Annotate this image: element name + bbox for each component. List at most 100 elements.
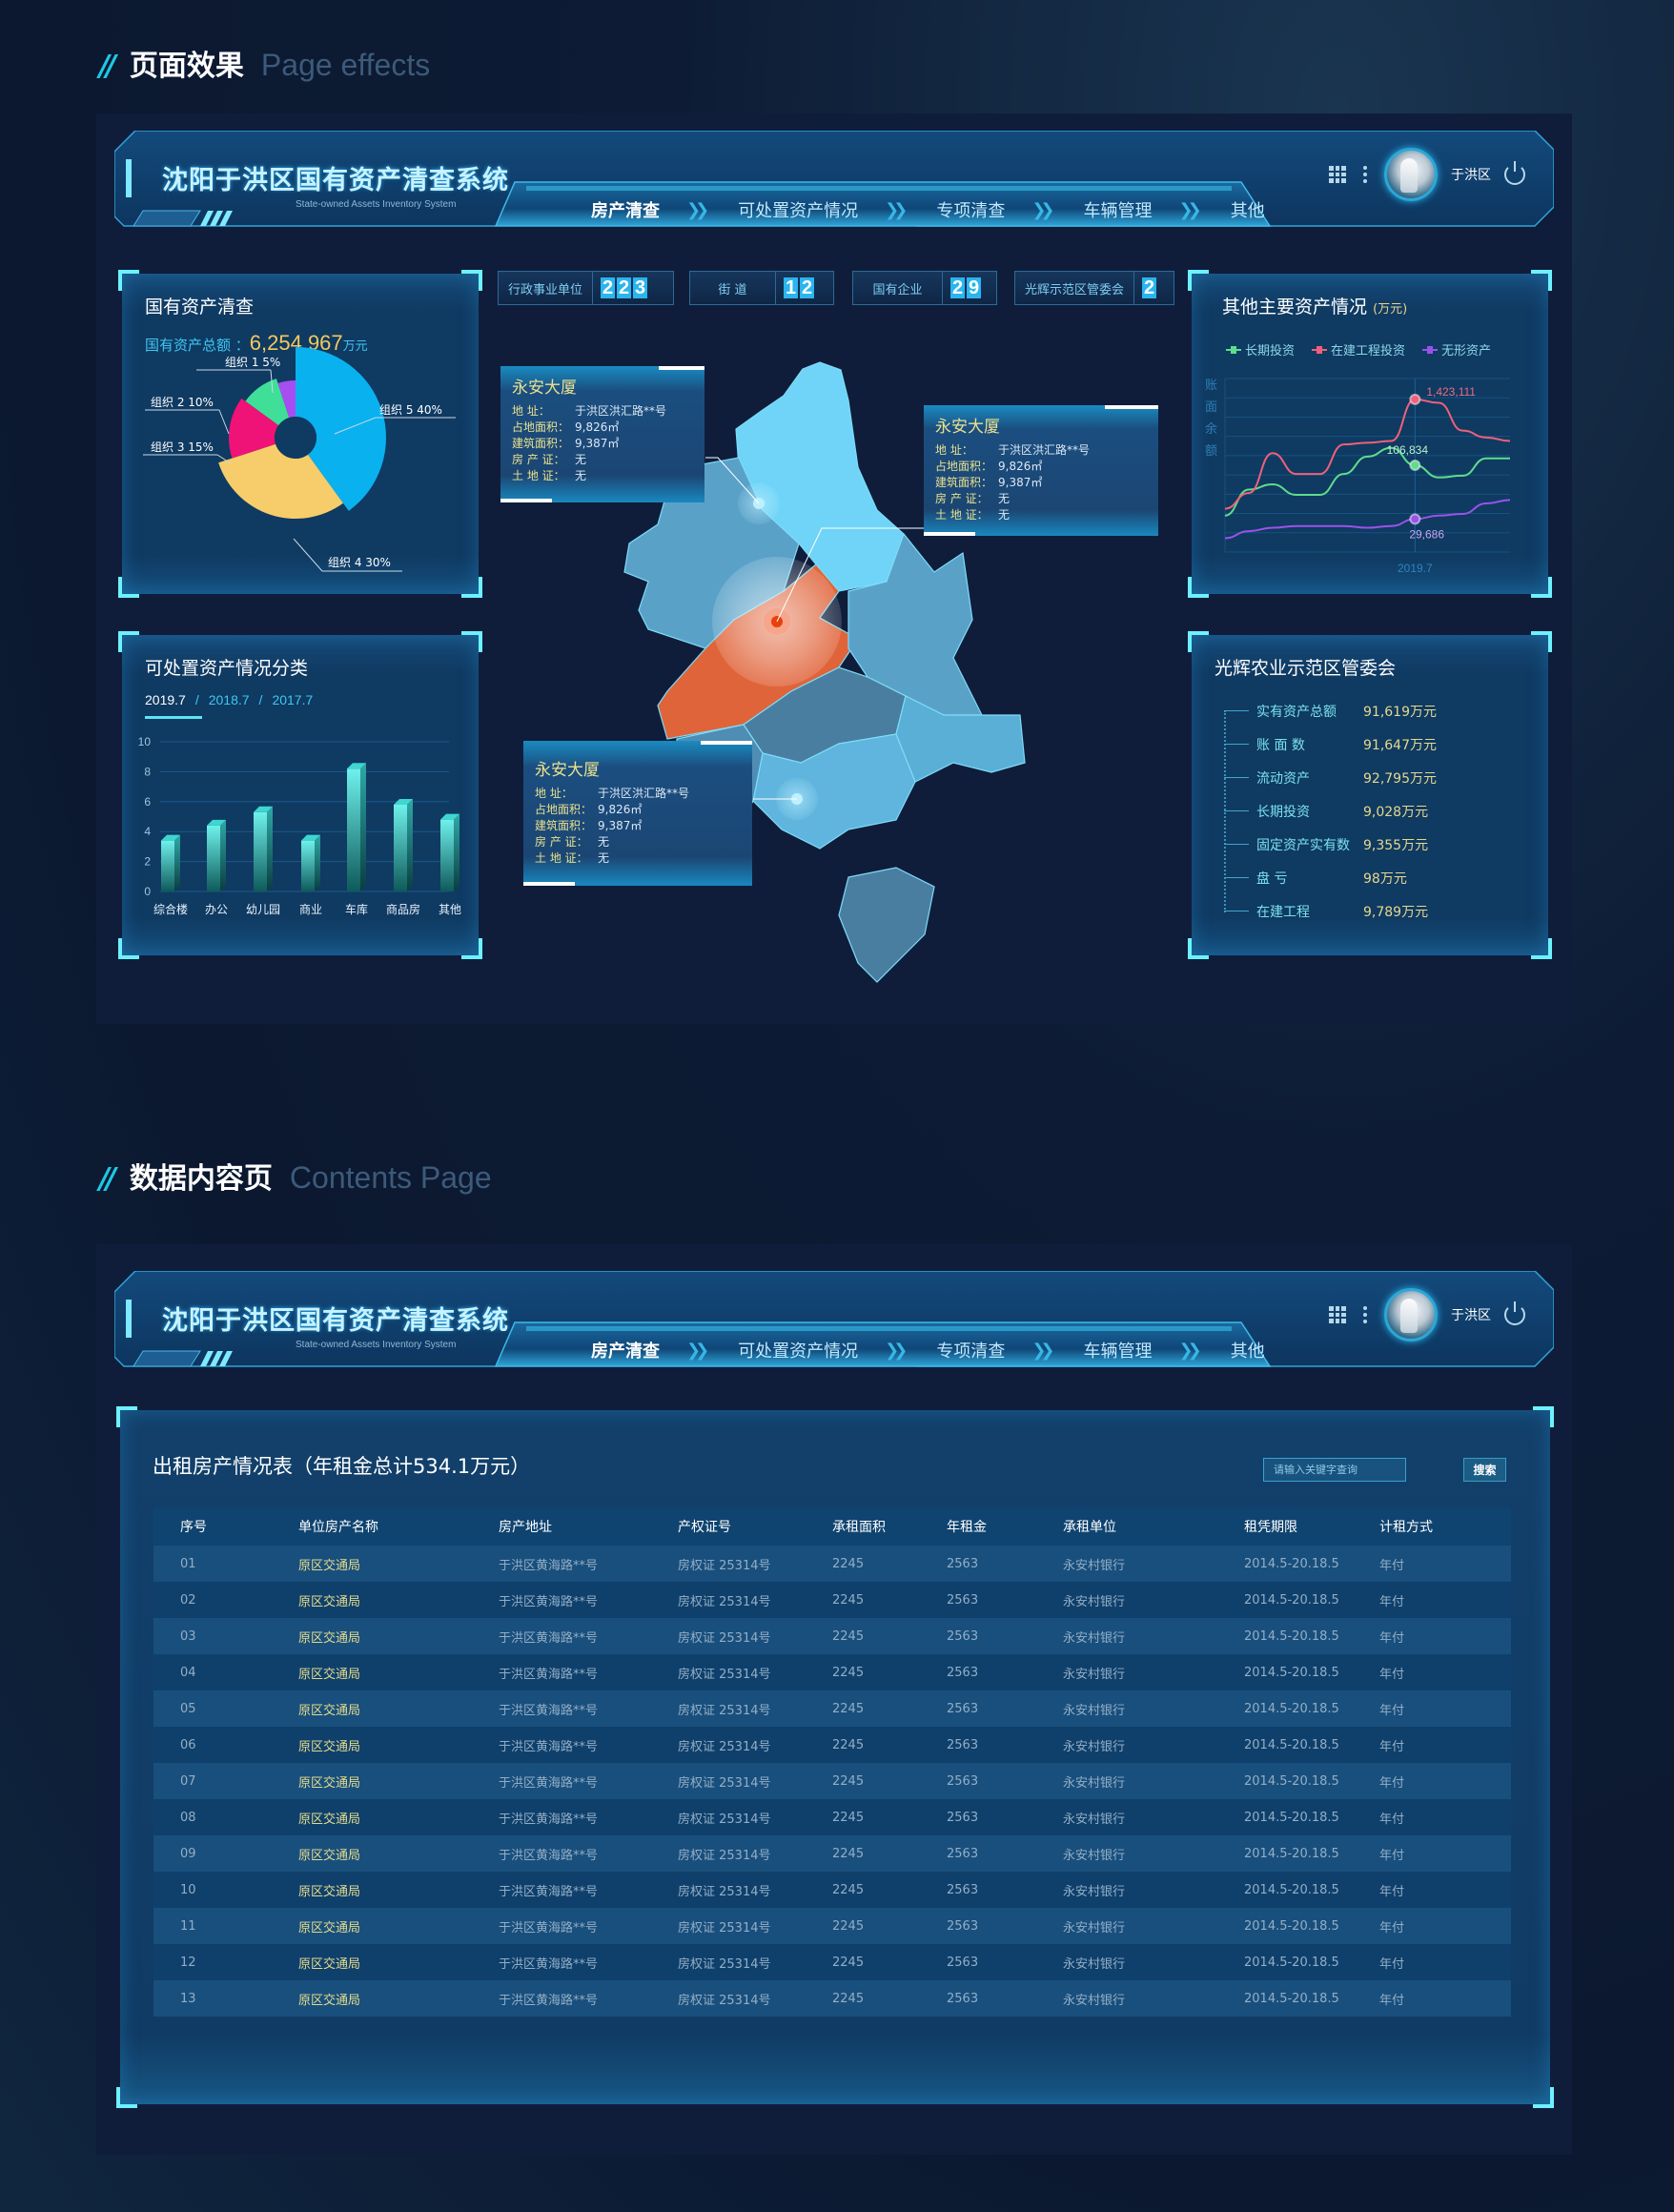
app-title: 沈阳于洪区国有资产清查系统: [162, 166, 509, 195]
tooltip-accent-bar: [1105, 405, 1158, 409]
stat-streets: 街 道 1 2: [689, 271, 834, 305]
nav-item-housing[interactable]: 房产清查: [583, 1338, 667, 1362]
cell-address: 于洪区黄海路**号: [499, 1884, 599, 1899]
table-row[interactable]: 10 原区交通局 于洪区黄海路**号 房权证 25314号 2245 2563 永安村银行 2…: [153, 1872, 1511, 1908]
highlight-point[interactable]: [1409, 460, 1421, 471]
nav-item-other[interactable]: 其他: [1223, 197, 1273, 222]
x-tick-label: 商业: [299, 902, 322, 916]
cell-certificate: 房权证 25314号: [678, 1703, 771, 1718]
cell-lease-term: 2014.5-20.18.5: [1244, 1991, 1339, 2006]
pie-label-line: [293, 538, 323, 572]
bar[interactable]: [301, 840, 315, 891]
main-nav: 房产清查 ❯❯ 可处置资产情况 ❯❯ 专项清查 ❯❯ 车辆管理 ❯❯ 其他: [583, 194, 1273, 226]
cell-certificate: 房权证 25314号: [678, 1993, 771, 2008]
avatar[interactable]: [1384, 148, 1438, 201]
cell-annual-rent: 2563: [947, 1701, 979, 1716]
stat-state-enterprises: 国有企业 2 9: [852, 271, 997, 305]
line-series[interactable]: [1224, 446, 1510, 517]
cell-address: 于洪区黄海路**号: [499, 1667, 599, 1682]
cell-area: 2245: [832, 1810, 865, 1825]
table-row[interactable]: 05 原区交通局 于洪区黄海路**号 房权证 25314号 2245 2563 永安村银行 2…: [153, 1690, 1511, 1727]
apps-grid-icon[interactable]: [1329, 1306, 1346, 1323]
nav-item-other[interactable]: 其他: [1223, 1338, 1273, 1362]
apps-grid-icon[interactable]: [1329, 166, 1346, 183]
table-row[interactable]: 06 原区交通局 于洪区黄海路**号 房权证 25314号 2245 2563 永安村银行 2…: [153, 1727, 1511, 1763]
table-row[interactable]: 13 原区交通局 于洪区黄海路**号 房权证 25314号 2245 2563 永安村银行 2…: [153, 1980, 1511, 2017]
nav-item-special[interactable]: 专项清查: [929, 197, 1012, 222]
highlight-point[interactable]: [1409, 393, 1421, 405]
cell-payment-method: 年付: [1379, 1739, 1405, 1754]
bar[interactable]: [440, 819, 454, 891]
search-input[interactable]: [1263, 1458, 1406, 1482]
x-tick-label: 车库: [345, 902, 368, 916]
data-label: 29,686: [1409, 527, 1444, 541]
search-button[interactable]: 搜索: [1463, 1458, 1506, 1482]
stat-label: 光辉示范区管委会: [1015, 272, 1135, 304]
nav-item-special[interactable]: 专项清查: [929, 1338, 1012, 1362]
table-row[interactable]: 01 原区交通局 于洪区黄海路**号 房权证 25314号 2245 2563 永安村银行 2…: [153, 1546, 1511, 1582]
table-row[interactable]: 02 原区交通局 于洪区黄海路**号 房权证 25314号 2245 2563 永安村银行 2…: [153, 1582, 1511, 1618]
nav-item-disposable[interactable]: 可处置资产情况: [730, 197, 866, 222]
y-tick-label: 2: [144, 855, 151, 869]
kv-label: 实有资产总额: [1256, 704, 1337, 720]
cell-row-index: 13: [180, 1991, 196, 2006]
nav-item-vehicles[interactable]: 车辆管理: [1076, 1338, 1160, 1362]
table-row[interactable]: 09 原区交通局 于洪区黄海路**号 房权证 25314号 2245 2563 永安村银行 2…: [153, 1835, 1511, 1872]
more-vertical-icon[interactable]: [1359, 1306, 1371, 1323]
x-tick-label: 幼儿园: [246, 903, 280, 916]
line-chart: 2019.7 106,834 1,423,111 29,686: [1224, 378, 1511, 575]
corner-decoration: [1533, 1406, 1554, 1427]
power-icon[interactable]: [1504, 161, 1525, 185]
avatar[interactable]: [1384, 1288, 1438, 1342]
table-row[interactable]: 12 原区交通局 于洪区黄海路**号 房权证 25314号 2245 2563 永安村银行 2…: [153, 1944, 1511, 1980]
cell-address: 于洪区黄海路**号: [499, 1812, 599, 1827]
table-row[interactable]: 03 原区交通局 于洪区黄海路**号 房权证 25314号 2245 2563 永安村银行 2…: [153, 1618, 1511, 1654]
nav-item-vehicles[interactable]: 车辆管理: [1076, 197, 1160, 222]
bar-side: [454, 813, 459, 891]
cell-unit-name: 原区交通局: [298, 1630, 361, 1646]
bar[interactable]: [161, 840, 174, 891]
x-tick-label: 其他: [439, 903, 461, 916]
cell-annual-rent: 2563: [947, 1665, 979, 1680]
y-tick-label: 4: [144, 825, 151, 838]
rental-table: 序号 单位房产名称 房产地址 产权证号 承租面积 年租金 承租单位 租凭期限 计租方式 01 原区…: [153, 1507, 1511, 2017]
map-tooltip: 永安大厦 地 址： 于洪区洪汇路**号 占地面积： 9,826㎡ 建筑面积： 9,38…: [523, 741, 752, 886]
column-header: 产权证号: [678, 1520, 731, 1535]
table-row[interactable]: 08 原区交通局 于洪区黄海路**号 房权证 25314号 2245 2563 永安村银行 2…: [153, 1799, 1511, 1835]
cell-lease-term: 2014.5-20.18.5: [1244, 1882, 1339, 1897]
cell-lease-term: 2014.5-20.18.5: [1244, 1737, 1339, 1752]
tree-branch: [1224, 810, 1249, 811]
kv-value: 9,355万元: [1363, 837, 1429, 853]
bar[interactable]: [207, 825, 220, 891]
chevron-double-right-icon: ❯❯: [686, 1340, 709, 1361]
column-header: 房产地址: [499, 1520, 552, 1535]
kv-list: 实有资产总额 91,619万元账 面 数 91,647万元 流动资产 92,795万元长…: [1224, 694, 1437, 928]
table-header: 序号 单位房产名称 房产地址 产权证号 承租面积 年租金 承租单位 租凭期限 计租方式: [153, 1507, 1511, 1546]
column-header: 承租面积: [832, 1520, 886, 1535]
bar[interactable]: [347, 768, 360, 891]
x-tick-label: 商品房: [386, 902, 420, 916]
bar[interactable]: [254, 811, 267, 891]
nav-item-housing[interactable]: 房产清查: [583, 197, 667, 222]
power-icon[interactable]: [1504, 1301, 1525, 1325]
table-row[interactable]: 11 原区交通局 于洪区黄海路**号 房权证 25314号 2245 2563 永安村银行 2…: [153, 1908, 1511, 1944]
cell-unit-name: 原区交通局: [298, 1848, 361, 1863]
cell-tenant: 永安村银行: [1063, 1594, 1126, 1609]
cell-annual-rent: 2563: [947, 1773, 979, 1789]
cell-unit-name: 原区交通局: [298, 1884, 361, 1899]
table-row[interactable]: 04 原区交通局 于洪区黄海路**号 房权证 25314号 2245 2563 永安村银行 2…: [153, 1654, 1511, 1690]
tooltip-row: 土 地 证：无: [935, 508, 1011, 522]
more-vertical-icon[interactable]: [1359, 166, 1371, 183]
cell-annual-rent: 2563: [947, 1955, 979, 1970]
stat-guanghui: 光辉示范区管委会 2: [1014, 271, 1174, 305]
bar[interactable]: [394, 804, 407, 891]
line-series[interactable]: [1224, 398, 1511, 510]
tooltip-row: 土 地 证：无: [512, 469, 587, 482]
chevron-double-right-icon: ❯❯: [1031, 1340, 1054, 1361]
cell-tenant: 永安村银行: [1063, 1848, 1126, 1863]
highlight-point[interactable]: [1409, 513, 1421, 525]
table-row[interactable]: 07 原区交通局 于洪区黄海路**号 房权证 25314号 2245 2563 永安村银行 2…: [153, 1763, 1511, 1799]
nav-item-disposable[interactable]: 可处置资产情况: [730, 1338, 866, 1362]
data-label: 1,423,111: [1426, 385, 1476, 399]
bar-side: [360, 763, 366, 891]
